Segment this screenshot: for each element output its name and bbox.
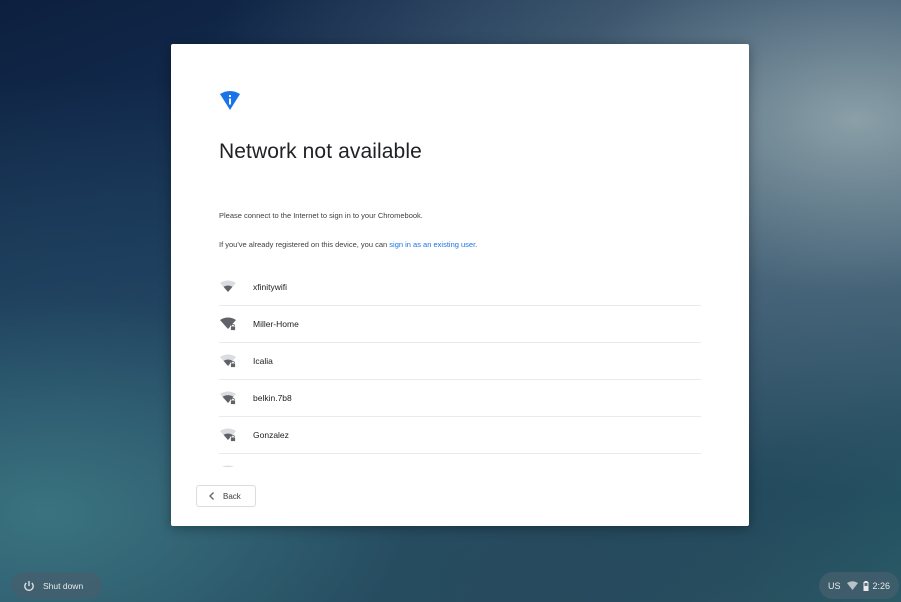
network-dialog: Network not available Please connect to … [171, 44, 749, 526]
network-item-gonzalez[interactable]: Gonzalez [219, 417, 701, 454]
wifi-icon [220, 280, 236, 292]
network-item-belkin[interactable]: belkin.7b8 [219, 380, 701, 417]
wifi-lock-icon [220, 317, 236, 331]
network-name: belkin.7b8 [253, 393, 292, 403]
shutdown-label: Shut down [43, 580, 84, 591]
network-name: Gonzalez [253, 430, 289, 440]
wifi-lock-icon [220, 354, 236, 368]
connect-instructions: Please connect to the Internet to sign i… [219, 211, 423, 220]
network-item-icalia[interactable]: Icalia [219, 343, 701, 380]
wifi-lock-icon [220, 428, 236, 442]
page-title: Network not available [219, 140, 422, 163]
back-button[interactable]: Back [196, 485, 256, 507]
wifi-info-icon [220, 91, 240, 110]
sign-in-existing-user-link[interactable]: sign in as an existing user [389, 240, 475, 249]
network-name: Miller-Home [253, 319, 299, 329]
network-name: Icalia [253, 356, 273, 366]
wifi-lock-icon [220, 391, 236, 405]
network-item-xfinitywifi[interactable]: xfinitywifi [219, 269, 701, 306]
network-item-miller-home[interactable]: Miller-Home [219, 306, 701, 343]
shutdown-button[interactable]: Shut down [11, 572, 102, 599]
network-name: xfinitywifi [253, 282, 288, 292]
clock: 2:26 [872, 580, 891, 591]
back-button-label: Back [223, 491, 241, 501]
wifi-status-icon [846, 580, 858, 590]
existing-user-prefix: If you've already registered on this dev… [219, 240, 390, 249]
existing-user-instructions: If you've already registered on this dev… [219, 240, 477, 249]
status-tray[interactable]: US 2:26 [819, 572, 899, 599]
power-icon [24, 580, 34, 591]
network-item-partial[interactable]: zzyp [219, 454, 701, 467]
battery-icon [863, 580, 869, 591]
existing-user-suffix: . [475, 240, 478, 249]
network-list[interactable]: xfinitywifi Miller-Home Icalia belkin.7b… [219, 269, 701, 467]
chevron-left-icon [209, 492, 214, 500]
wifi-lock-icon [221, 465, 235, 467]
ime-indicator: US [828, 580, 841, 591]
